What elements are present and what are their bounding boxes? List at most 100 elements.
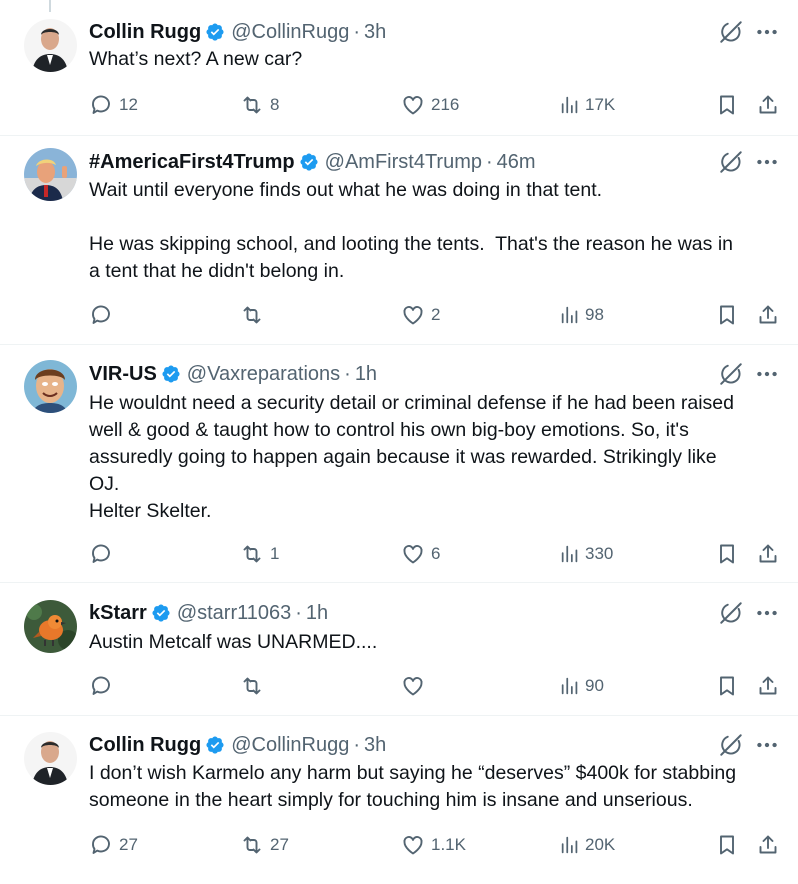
retweet-button[interactable]: 1 <box>240 540 279 568</box>
retweet-button[interactable] <box>240 301 270 329</box>
author-handle[interactable]: @CollinRugg <box>231 734 349 757</box>
author-name[interactable]: VIR-US <box>89 363 157 386</box>
views-icon <box>559 834 585 856</box>
grok-icon[interactable] <box>718 149 744 175</box>
avatar[interactable] <box>24 148 77 201</box>
share-icon <box>756 93 780 117</box>
reply-button[interactable] <box>89 301 119 329</box>
more-options-icon[interactable] <box>754 732 780 758</box>
author-handle[interactable]: @Vaxreparations <box>187 363 340 386</box>
share-button[interactable] <box>756 540 780 568</box>
tweet-header: Collin Rugg @CollinRugg · 3h <box>89 732 386 758</box>
timestamp[interactable]: 1h <box>355 363 377 386</box>
avatar[interactable] <box>24 732 77 785</box>
retweet-icon <box>240 833 270 857</box>
bookmark-button[interactable] <box>715 540 739 568</box>
more-options-icon[interactable] <box>754 19 780 45</box>
avatar[interactable] <box>24 600 77 653</box>
grok-icon[interactable] <box>718 600 744 626</box>
more-options-icon[interactable] <box>754 600 780 626</box>
like-button-count: 1.1K <box>431 835 466 854</box>
like-button[interactable]: 6 <box>401 540 440 568</box>
tweet-divider <box>0 344 798 345</box>
like-button[interactable]: 2 <box>401 301 440 329</box>
verified-badge-icon <box>299 152 319 172</box>
separator-dot: · <box>485 150 493 173</box>
thread-line <box>49 0 51 12</box>
tweet-actions: 27 27 1.1K 20K <box>89 831 789 859</box>
tweet-header: #AmericaFirst4Trump @AmFirst4Trump · 46m <box>89 149 536 175</box>
share-button[interactable] <box>756 672 780 700</box>
retweet-button[interactable] <box>240 672 270 700</box>
heart-icon <box>401 93 431 117</box>
like-button-count: 6 <box>431 544 441 563</box>
verified-badge-icon <box>161 364 181 384</box>
separator-dot: · <box>295 601 302 624</box>
reply-feed: Collin Rugg @CollinRugg · 3h What’s next? A … <box>0 0 798 884</box>
author-handle[interactable]: @CollinRugg <box>231 21 349 44</box>
avatar[interactable] <box>24 19 77 72</box>
timestamp[interactable]: 46m <box>497 151 536 174</box>
like-button-count: 216 <box>431 95 460 114</box>
tweet-text: What’s next? A new car? <box>89 48 303 70</box>
author-handle[interactable]: @starr11063 <box>177 602 291 625</box>
retweet-button[interactable]: 27 <box>240 831 289 859</box>
like-button[interactable]: 1.1K <box>401 831 466 859</box>
views-icon <box>559 304 585 326</box>
reply-button[interactable] <box>89 672 119 700</box>
retweet-icon <box>240 674 270 698</box>
author-name[interactable]: #AmericaFirst4Trump <box>89 151 295 174</box>
grok-icon[interactable] <box>718 19 744 45</box>
views-button[interactable]: 98 <box>559 301 604 329</box>
share-button[interactable] <box>756 831 780 859</box>
tweet-text: Wait until everyone finds out what he wa… <box>89 179 733 282</box>
tweet-text: He wouldnt need a security detail or cri… <box>89 392 734 522</box>
author-handle[interactable]: @AmFirst4Trump <box>325 151 482 174</box>
author-name[interactable]: Collin Rugg <box>89 21 201 44</box>
tweet-divider <box>0 582 798 583</box>
views-button-count: 17K <box>585 95 616 114</box>
views-button-count: 90 <box>585 676 604 695</box>
views-button[interactable]: 20K <box>559 831 615 859</box>
bookmark-button[interactable] <box>715 301 739 329</box>
views-button[interactable]: 330 <box>559 540 613 568</box>
verified-badge-icon <box>151 603 171 623</box>
author-name[interactable]: Collin Rugg <box>89 734 201 757</box>
reply-button[interactable]: 12 <box>89 91 138 119</box>
share-button[interactable] <box>756 91 780 119</box>
retweet-button-count: 8 <box>270 95 280 114</box>
reply-icon <box>89 542 119 566</box>
avatar[interactable] <box>24 360 77 413</box>
like-button[interactable]: 216 <box>401 91 459 119</box>
author-name[interactable]: kStarr <box>89 602 147 625</box>
views-icon <box>559 675 585 697</box>
tweet-text: I don’t wish Karmelo any harm but saying… <box>89 762 737 811</box>
like-button[interactable] <box>401 672 431 700</box>
grok-icon[interactable] <box>718 732 744 758</box>
separator-dot: · <box>353 20 361 43</box>
views-button[interactable]: 17K <box>559 91 615 119</box>
timestamp[interactable]: 1h <box>306 602 328 625</box>
grok-icon[interactable] <box>718 361 744 387</box>
share-icon <box>756 833 780 857</box>
timestamp[interactable]: 3h <box>364 21 386 44</box>
share-button[interactable] <box>756 301 780 329</box>
reply-button-count: 27 <box>119 835 138 854</box>
timestamp[interactable]: 3h <box>364 734 386 757</box>
views-icon <box>559 94 585 116</box>
retweet-button[interactable]: 8 <box>240 91 279 119</box>
more-options-icon[interactable] <box>754 361 780 387</box>
views-button[interactable]: 90 <box>559 672 604 700</box>
heart-icon <box>401 833 431 857</box>
heart-icon <box>401 303 431 327</box>
bookmark-button[interactable] <box>715 831 739 859</box>
like-button-count: 2 <box>431 305 441 324</box>
more-options-icon[interactable] <box>754 149 780 175</box>
reply-button[interactable] <box>89 540 119 568</box>
reply-button[interactable]: 27 <box>89 831 138 859</box>
views-icon <box>559 543 585 565</box>
retweet-icon <box>240 303 270 327</box>
bookmark-button[interactable] <box>715 672 739 700</box>
separator-dot: · <box>344 362 351 385</box>
bookmark-button[interactable] <box>715 91 739 119</box>
